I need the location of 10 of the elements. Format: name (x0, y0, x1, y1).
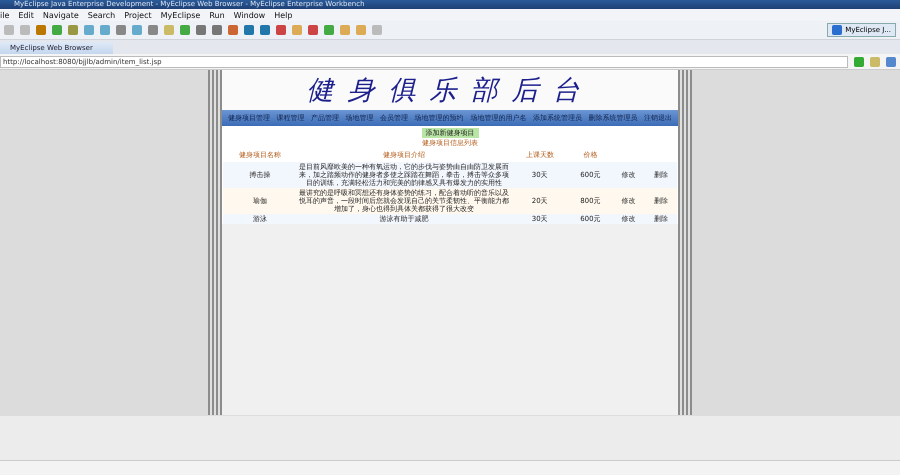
menu-item[interactable]: Run (209, 10, 225, 20)
menu-item[interactable]: Help (274, 10, 292, 20)
site-title: 健身俱乐部后台 (306, 74, 594, 107)
menu-item[interactable]: Project (124, 10, 152, 20)
menu-item[interactable]: Edit (18, 10, 34, 20)
menu-item[interactable]: Window (234, 10, 266, 20)
menu-item[interactable]: MyEclipse (160, 10, 200, 20)
menu-item[interactable]: Navigate (42, 10, 79, 20)
menu-item[interactable]: ile (0, 10, 10, 20)
menu-item[interactable]: Search (88, 10, 116, 20)
